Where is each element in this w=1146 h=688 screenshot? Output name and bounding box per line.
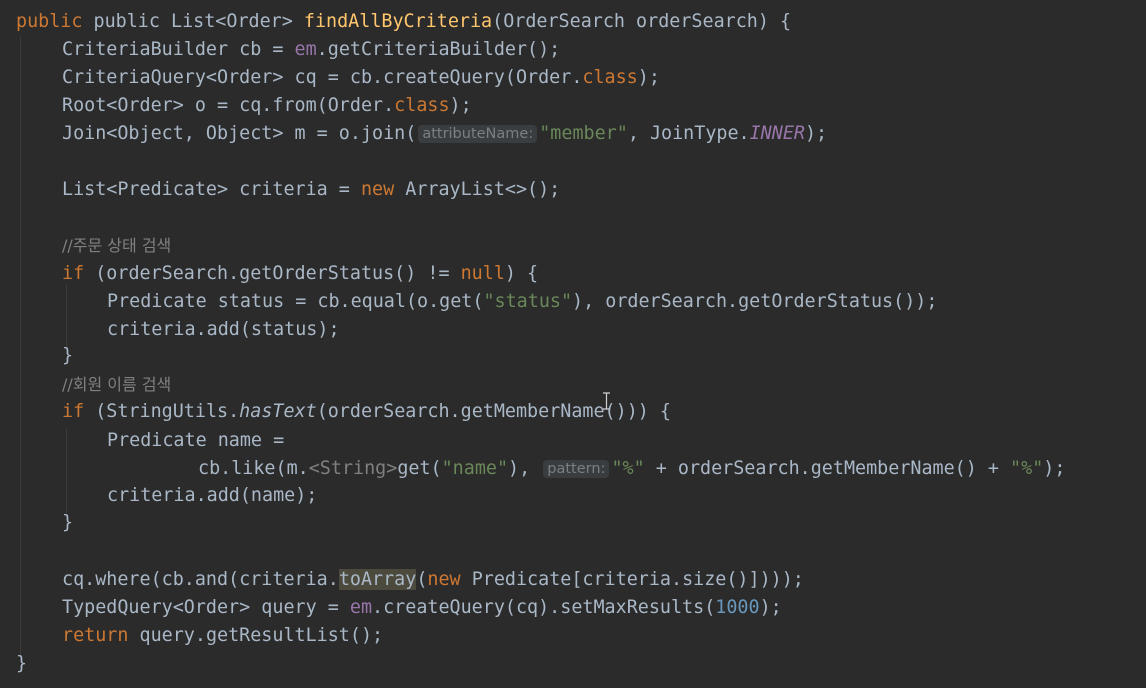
code-token: cb.like(m. [198,458,309,479]
code-token: get( [397,458,442,479]
code-token: (StringUtils. [84,401,240,422]
code-token-static-method: hasText [239,401,317,422]
code-token: ); [449,95,472,116]
code-token: query.getResultList(); [128,625,384,646]
code-token: ); [804,123,828,144]
code-token: CriteriaBuilder cb = [62,39,295,60]
code-token: (orderSearch.getOrderStatus() != [84,263,461,284]
code-token: + orderSearch.getMemberName() + [644,458,1011,479]
code-token: } [16,653,28,674]
code-line-method-signature[interactable]: public public List<Order> findAllByCrite… [16,8,791,36]
code-token-highlighted: toArray [338,569,417,590]
code-token: TypedQuery<Order> query = [62,597,350,618]
code-line[interactable]: criteria.add(name); [107,482,317,510]
code-token-method-name: findAllByCriteria [303,11,493,32]
code-token: } [62,345,74,366]
code-token: Predicate status = cb.equal(o.get( [107,291,484,312]
parameter-hint: pattern: [543,460,610,478]
comment-text: //주문 상태 검색 [62,236,172,255]
code-comment[interactable]: //주문 상태 검색 [62,232,171,260]
code-token: .createQuery(cq).setMaxResults( [372,597,716,618]
code-token: (orderSearch.getMemberName())) { [316,401,671,422]
comment-text: //회원 이름 검색 [62,375,172,394]
code-token-string: "status" [483,291,573,312]
code-token: public List<Order> [93,11,304,32]
code-token: Predicate name = [107,430,285,451]
indent-guide [20,36,21,656]
code-line[interactable]: } [62,509,73,537]
code-token-string: "name" [441,458,509,479]
code-token-string: "%" [1010,458,1044,479]
code-token-number: 1000 [715,597,760,618]
code-line[interactable]: } [62,342,73,370]
code-line[interactable]: cq.where(cb.and(criteria.toArray(new Pre… [62,566,804,594]
code-token-keyword: null [460,263,505,284]
code-token-keyword: new [360,179,395,200]
code-token-generic: <String> [308,458,398,479]
parameter-hint: attributeName: [418,125,538,143]
code-line[interactable]: } [16,650,27,678]
code-line[interactable]: return query.getResultList(); [62,622,383,650]
code-token: ) { [504,263,539,284]
code-token-keyword: new [427,569,461,590]
code-line[interactable]: Predicate name = [107,427,284,455]
code-token: Predicate[criteria.size()]))); [460,569,804,590]
code-token-constant: INNER [749,123,805,144]
code-token: ), orderSearch.getOrderStatus()); [572,291,938,312]
code-token-keyword: if [62,401,85,422]
code-token-string: "%" [611,458,645,479]
code-token: ), [508,458,542,479]
code-token: criteria.add(status); [107,319,340,340]
code-token: ); [759,597,782,618]
code-token-keyword: if [62,263,85,284]
code-token: criteria.add(name); [107,485,318,506]
text-cursor-icon [603,392,610,410]
code-line[interactable]: Predicate status = cb.equal(o.get("statu… [107,288,937,316]
code-line[interactable]: cb.like(m.<String>get("name"), pattern: "… [198,455,1065,483]
code-token: } [62,512,74,533]
code-token: ( [416,569,428,590]
code-token-keyword: class [582,67,638,88]
code-token: , JoinType. [627,123,750,144]
code-token: public [16,11,94,32]
code-token: .getCriteriaBuilder(); [316,39,561,60]
code-token: cq.where(cb.and(criteria. [62,569,339,590]
code-line[interactable]: Join<Object, Object> m = o.join(attribut… [62,120,827,148]
code-line[interactable]: criteria.add(status); [107,316,340,344]
code-token: ); [1043,458,1066,479]
code-token-string: "member" [539,123,628,144]
code-token-field: em [349,597,373,618]
code-token-keyword: return [62,625,129,646]
code-line[interactable]: if (orderSearch.getOrderStatus() != null… [62,260,538,288]
code-line[interactable]: Root<Order> o = cq.from(Order.class); [62,92,472,120]
code-token-field: em [294,39,317,60]
code-token: CriteriaQuery<Order> cq = cb.createQuery… [62,67,583,88]
code-line[interactable]: TypedQuery<Order> query = em.createQuery… [62,594,782,622]
code-line[interactable]: CriteriaQuery<Order> cq = cb.createQuery… [62,64,660,92]
code-editor[interactable]: public public List<Order> findAllByCrite… [0,0,1146,688]
code-token: Root<Order> o = cq.from(Order. [62,95,395,116]
code-line[interactable]: CriteriaBuilder cb = em.getCriteriaBuild… [62,36,560,64]
indent-guide [66,284,67,348]
code-token-keyword: class [394,95,450,116]
code-token: ); [637,67,660,88]
code-token: (OrderSearch orderSearch) { [492,11,792,32]
code-line[interactable]: if (StringUtils.hasText(orderSearch.getM… [62,398,671,426]
code-line[interactable]: List<Predicate> criteria = new ArrayList… [62,176,560,204]
code-token: List<Predicate> criteria = [62,179,361,200]
code-comment[interactable]: //회원 이름 검색 [62,371,171,399]
code-token: Join<Object, Object> m = o.join( [62,123,417,144]
indent-guide [66,428,67,516]
code-token: ArrayList<>(); [394,179,561,200]
